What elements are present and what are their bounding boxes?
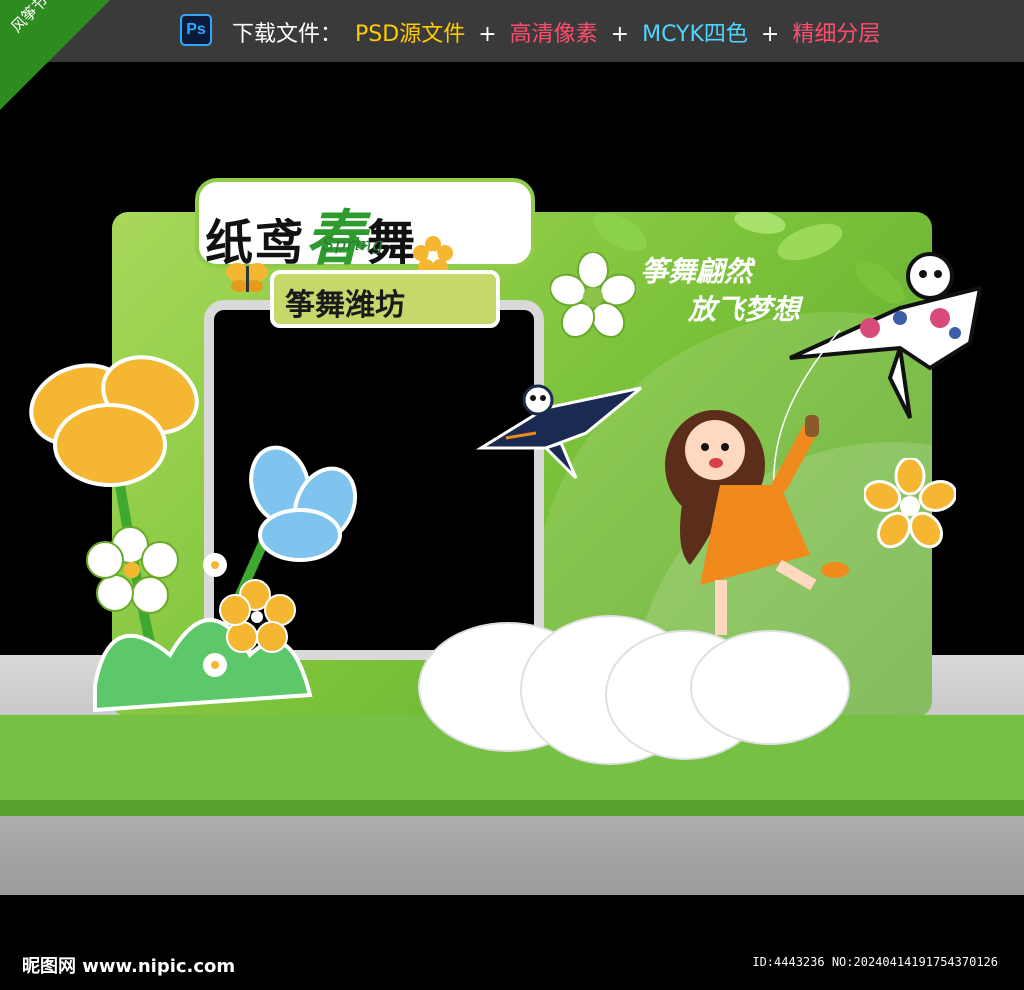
spring-script: Spring (322, 234, 384, 255)
flower-cluster-left (29, 355, 358, 713)
swallow-kite-small (476, 384, 642, 480)
download-label: 下载文件： (232, 22, 343, 47)
footer-logo: 昵图网 www.nipic.com (22, 956, 236, 977)
butterfly-icon (226, 263, 268, 292)
cloud (690, 630, 850, 745)
psd-label: PSD源文件 (355, 22, 466, 47)
plus-3: + (760, 22, 780, 47)
plus-1: + (478, 22, 497, 47)
girl-illustration (665, 410, 849, 635)
slogan-line-1: 筝舞翩然 (640, 255, 753, 288)
green-platform-edge (0, 800, 1024, 816)
hd-label: 高清像素 (509, 22, 598, 47)
plus-2: + (610, 22, 630, 47)
layers-label: 精细分层 (792, 22, 881, 47)
white-flower-icon (550, 252, 636, 338)
yellow-flower-right-icon (864, 458, 956, 549)
subtitle-text: 筝舞潍坊 (285, 288, 405, 323)
footer-id: ID:4443236 NO:20240414191754370126 (752, 955, 998, 969)
banner-line: 下载文件： PSD源文件 + 高清像素 + MCYK四色 + 精细分层 (232, 16, 886, 48)
cmyk-label: MCYK四色 (642, 22, 748, 47)
photoshop-icon: Ps (180, 14, 212, 46)
